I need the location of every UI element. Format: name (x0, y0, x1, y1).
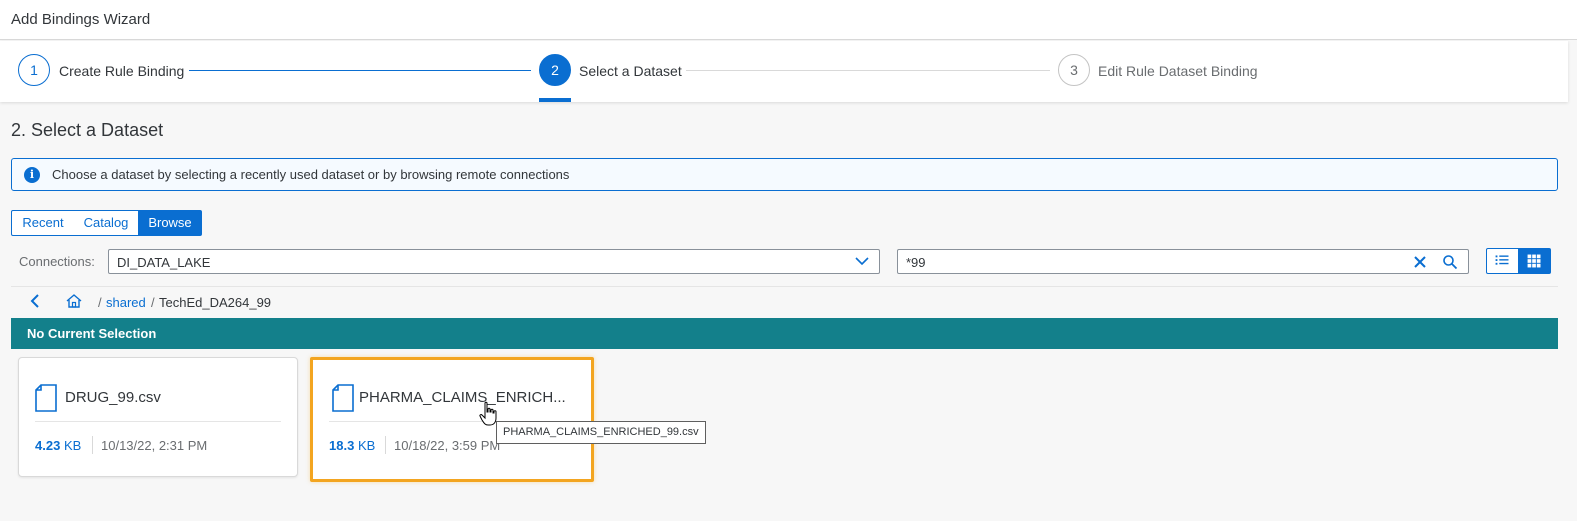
breadcrumb-link-shared[interactable]: shared (106, 295, 146, 310)
list-view-icon (1495, 255, 1509, 265)
file-size-unit: KB (63, 438, 82, 453)
selection-status-text: No Current Selection (27, 326, 157, 341)
info-message-strip: i Choose a dataset by selecting a recent… (11, 158, 1558, 191)
list-view-button[interactable] (1486, 248, 1519, 274)
file-name-tooltip: PHARMA_CLAIMS_ENRICHED_99.csv (496, 421, 706, 444)
file-name: PHARMA_CLAIMS_ENRICH... (359, 389, 566, 406)
breadcrumb-separator: / (98, 295, 102, 310)
breadcrumb-separator: / (151, 295, 155, 310)
file-modified-date: 10/18/22, 3:59 PM (394, 438, 501, 453)
step-connector-1 (189, 70, 531, 71)
step-connector-2 (686, 70, 1050, 71)
file-card[interactable]: DRUG_99.csv 4.23 KB 10/13/22, 2:31 PM (18, 357, 298, 477)
step-2-label[interactable]: Select a Dataset (579, 63, 682, 79)
hand-cursor-icon (479, 401, 497, 426)
tab-browse[interactable]: Browse (138, 210, 202, 236)
meta-separator (92, 436, 93, 454)
connections-select[interactable]: DI_DATA_LAKE (108, 249, 880, 274)
file-size: 18.3 KB (329, 438, 375, 453)
selection-status-bar: No Current Selection (11, 318, 1558, 349)
tab-catalog[interactable]: Catalog (74, 210, 139, 236)
connections-label: Connections: (19, 254, 95, 269)
tab-recent[interactable]: Recent (11, 210, 75, 236)
file-modified-date: 10/13/22, 2:31 PM (101, 438, 208, 453)
breadcrumb-current: TechEd_DA264_99 (159, 295, 272, 310)
wizard-progress-bar: 1 Create Rule Binding 2 Select a Dataset… (0, 41, 1568, 102)
file-size: 4.23 KB (35, 438, 81, 453)
search-icon[interactable] (1442, 254, 1458, 270)
info-icon: i (24, 167, 40, 183)
step-2-indicator[interactable]: 2 (539, 54, 571, 86)
file-size-unit: KB (357, 438, 376, 453)
back-icon[interactable] (28, 293, 42, 309)
step-1-label[interactable]: Create Rule Binding (59, 63, 184, 79)
file-size-value: 18.3 (329, 438, 355, 453)
file-icon (332, 384, 354, 412)
file-name: DRUG_99.csv (65, 389, 161, 406)
meta-separator (385, 436, 386, 454)
grid-view-button[interactable] (1518, 248, 1551, 274)
clear-icon[interactable] (1412, 254, 1428, 270)
connections-selected-value: DI_DATA_LAKE (117, 255, 211, 270)
title-bar: Add Bindings Wizard (0, 0, 1577, 40)
info-message-text: Choose a dataset by selecting a recently… (52, 167, 570, 182)
file-card[interactable]: PHARMA_CLAIMS_ENRICH... 18.3 KB 10/18/22… (310, 357, 594, 482)
step-1-indicator[interactable]: 1 (18, 54, 50, 86)
page-title: 2. Select a Dataset (11, 120, 164, 140)
chevron-down-icon[interactable] (855, 255, 869, 267)
file-icon (35, 384, 57, 412)
search-input[interactable]: *99 (906, 255, 926, 270)
search-field[interactable]: *99 (897, 249, 1469, 274)
file-size-value: 4.23 (35, 438, 61, 453)
window-title: Add Bindings Wizard (11, 11, 151, 28)
grid-view-icon (1527, 254, 1541, 268)
active-step-indicator (539, 98, 571, 102)
toolbar-separator (11, 286, 1558, 287)
step-3-label[interactable]: Edit Rule Dataset Binding (1098, 63, 1258, 79)
card-divider (35, 421, 281, 422)
step-3-indicator[interactable]: 3 (1058, 54, 1090, 86)
home-icon[interactable] (66, 293, 82, 309)
